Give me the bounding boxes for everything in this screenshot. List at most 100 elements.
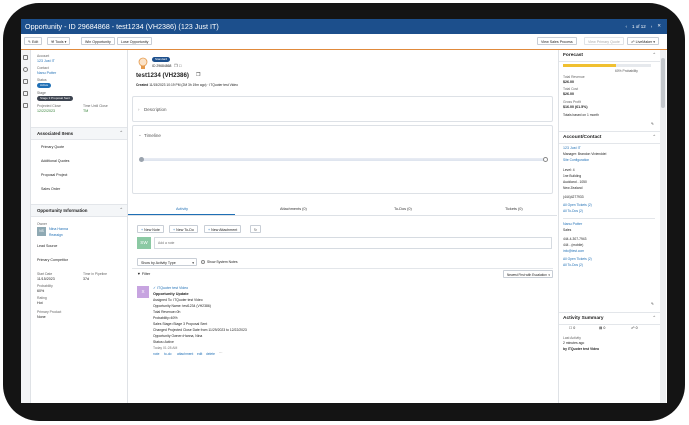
win-opportunity-button[interactable]: Win Opportunity <box>81 37 115 45</box>
assoc-item[interactable]: Proposal Project <box>41 173 67 177</box>
chevron-down-icon: ▾ <box>192 261 194 265</box>
assoc-item[interactable]: Sales Order <box>41 187 60 191</box>
edit-button[interactable]: ✎ Edit <box>24 37 43 45</box>
copy-icon[interactable]: ❐ <box>174 63 178 68</box>
edit-icon[interactable]: ✎ <box>651 122 654 126</box>
home-icon[interactable] <box>23 55 28 60</box>
entry-action-todo[interactable]: to-do <box>164 352 172 356</box>
description-section[interactable]: › Description <box>132 96 553 122</box>
tab-todos[interactable]: To-Dos (0) <box>394 207 412 211</box>
add-note-input[interactable] <box>154 237 552 249</box>
stage-badge[interactable]: Stage 3 Proposal Sent <box>37 96 74 101</box>
show-system-notes-label: Show System Notes <box>207 260 238 264</box>
view-primary-quote-button[interactable]: View Primary Quote <box>584 37 624 45</box>
entry-action-attachment[interactable]: attachment <box>177 352 193 356</box>
chevron-down-icon: ⌄ <box>138 132 142 137</box>
check-icon: ✓ <box>153 286 157 290</box>
created-info: Created 11/15/2023 10:19 PM (2M 3h 19m a… <box>136 83 238 87</box>
app-screen: Opportunity - ID 29684868 - test1234 (VH… <box>21 19 667 403</box>
livemaker-button[interactable]: ☍ LiveMaker ▾ <box>627 37 660 45</box>
address-line: Auckland - 1050 <box>563 180 587 184</box>
contact-email-link[interactable]: info@test.com <box>563 249 584 253</box>
entry-author-link[interactable]: ✓ ITQuoter test Video <box>153 286 188 290</box>
new-attachment-button[interactable]: + New Attachment <box>204 225 242 233</box>
active-tab-indicator <box>128 214 235 215</box>
account-contact-header[interactable]: Account/Contact ⌃ <box>559 131 660 144</box>
right-panel: Forecast ⌃ 60% Probability Total Revenue … <box>558 50 660 403</box>
scrollbar-thumb[interactable] <box>661 58 665 108</box>
scrollbar[interactable] <box>660 50 666 403</box>
primary-product-value: None <box>37 315 46 319</box>
entry-line: Total Revenue=0h <box>153 310 181 314</box>
entry-action-note[interactable]: note <box>153 352 159 356</box>
wrench-icon: ⚒ <box>51 40 55 44</box>
contact-todos-link[interactable]: All To-Dos (2) <box>563 263 583 267</box>
document-icon[interactable] <box>23 79 28 84</box>
time-until-close-value: TM <box>83 109 89 113</box>
refresh-icon: ↻ <box>254 228 258 232</box>
list-icon[interactable] <box>23 103 28 108</box>
icon-rail <box>21 50 31 403</box>
activity-summary-header[interactable]: Activity Summary ⌃ <box>559 312 660 325</box>
edit-icon[interactable]: ✎ <box>651 302 654 306</box>
owner-name[interactable]: Nina Hanna <box>49 227 68 231</box>
assoc-item[interactable]: Primary Quote <box>41 145 64 149</box>
filter-button[interactable]: ▼ Filter <box>137 272 150 276</box>
site-configuration-link[interactable]: Site Configuration <box>563 158 589 162</box>
account-todos-link[interactable]: All To-Dos (2) <box>563 209 583 213</box>
chevron-up-icon: ⌃ <box>652 134 656 139</box>
account-name-link[interactable]: 123 Just IT <box>563 146 581 150</box>
reassign-link[interactable]: Reassign <box>49 233 63 237</box>
assoc-item[interactable]: Additional Quotes <box>41 159 69 163</box>
new-note-button[interactable]: + New Note <box>137 225 164 233</box>
divider <box>563 218 655 219</box>
contact-open-tickets-link[interactable]: All Open Tickets (2) <box>563 257 592 261</box>
total-revenue-value: $26.00 <box>563 80 574 84</box>
page-header: Opportunity - ID 29684868 - test1234 (VH… <box>21 19 667 34</box>
status-label: Status <box>37 78 47 82</box>
chevron-right-icon[interactable]: › <box>651 24 653 29</box>
refresh-button[interactable]: ↻ <box>250 225 262 233</box>
account-open-tickets-link[interactable]: All Open Tickets (2) <box>563 203 592 207</box>
timeline-title: Timeline <box>144 133 161 138</box>
timeline-start-marker[interactable] <box>139 157 144 162</box>
timeline-end-marker[interactable] <box>543 157 548 162</box>
sort-select[interactable]: Newest First with Escalation ▾ <box>503 270 553 278</box>
opportunity-information-header[interactable]: Opportunity Information ⌃ <box>31 204 127 217</box>
chevron-left-icon[interactable]: ‹ <box>625 24 627 29</box>
tab-activity[interactable]: Activity <box>176 207 188 211</box>
contact-link[interactable]: Nanu Potter <box>37 71 56 75</box>
contact-mobile: 444 - (mobile) <box>563 243 584 247</box>
lose-opportunity-button[interactable]: Lose Opportunity <box>117 37 153 45</box>
probability-bar-fill <box>563 64 616 67</box>
tab-attachments[interactable]: Attachments (0) <box>280 207 307 211</box>
copy-icon[interactable]: ❐ <box>196 72 200 78</box>
clipboard-icon[interactable]: □ <box>179 63 181 68</box>
paperclip-icon[interactable] <box>23 67 28 72</box>
entry-action-delete[interactable]: delete <box>206 352 215 356</box>
forecast-header[interactable]: Forecast ⌃ <box>559 50 660 62</box>
note-icon: ▤ <box>599 326 603 330</box>
entry-action-edit[interactable]: edit <box>197 352 202 356</box>
new-todo-button[interactable]: + New To-Do <box>169 225 198 233</box>
tab-tickets[interactable]: Tickets (0) <box>505 207 523 211</box>
time-in-pipeline-label: Time in Pipeline <box>83 272 107 276</box>
show-by-select[interactable]: Show by Activity Type ▾ <box>137 258 197 266</box>
show-system-notes-toggle[interactable] <box>201 260 205 264</box>
note-icon[interactable] <box>23 91 28 96</box>
account-link[interactable]: 123 Just IT <box>37 59 55 63</box>
associated-items-header[interactable]: Associated Items ⌃ <box>31 127 127 140</box>
status-badge: Active <box>37 83 52 88</box>
more-icon[interactable]: ⋯ <box>219 351 223 355</box>
gross-profit-label: Gross Profit <box>563 100 581 104</box>
last-activity-by: by ITQuoter test Video <box>563 347 600 351</box>
total-revenue-label: Total Revenue <box>563 75 585 79</box>
page-title: Opportunity - ID 29684868 - test1234 (VH… <box>25 22 219 31</box>
tools-button[interactable]: ⚒ Tools ▾ <box>47 37 71 45</box>
close-icon[interactable]: ✕ <box>657 23 661 29</box>
summary-notes-count: ☐ 0 <box>569 326 576 330</box>
view-sales-process-button[interactable]: View Sales Process <box>537 37 577 45</box>
contact-name-link[interactable]: Nanu Potter <box>563 222 582 226</box>
last-activity-time: 2 minutes ago <box>563 341 585 345</box>
time-in-pipeline-value: 37d <box>83 277 89 281</box>
